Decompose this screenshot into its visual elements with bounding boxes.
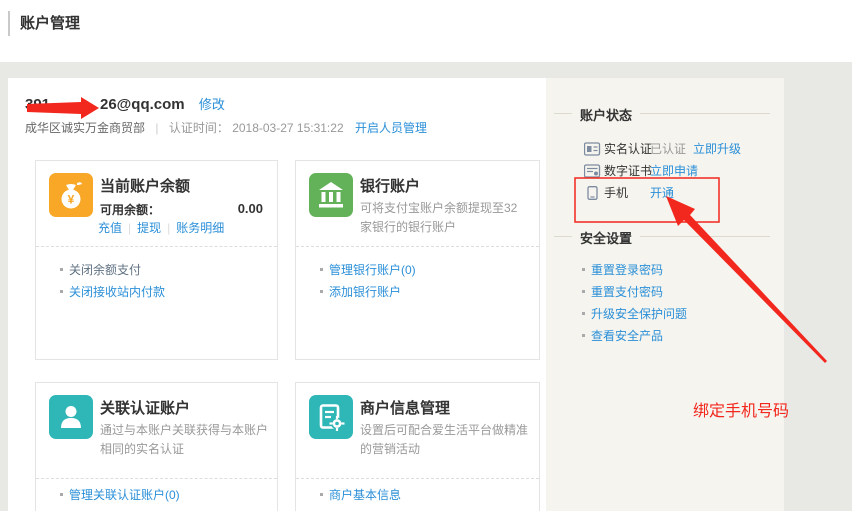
bullet-dot bbox=[60, 268, 63, 271]
title-bar: 账户管理 bbox=[0, 0, 852, 62]
manage-bank-accounts-link[interactable]: 管理银行账户(0) bbox=[329, 263, 416, 277]
card-title: 关联认证账户 bbox=[100, 400, 191, 417]
account-detail-link[interactable]: 账务明细 bbox=[176, 221, 224, 235]
list-item: 管理银行账户(0) bbox=[320, 259, 416, 281]
divider: | bbox=[167, 221, 171, 235]
bullet-dot bbox=[320, 290, 323, 293]
id-card-icon bbox=[584, 141, 601, 156]
withdraw-link[interactable]: 提现 bbox=[137, 221, 161, 235]
page-title: 账户管理 bbox=[20, 15, 81, 32]
bank-icon bbox=[309, 173, 353, 217]
certificate-icon bbox=[584, 163, 601, 178]
money-bag-icon: ¥ bbox=[49, 173, 93, 217]
person-icon bbox=[49, 395, 93, 439]
phone-icon bbox=[587, 185, 598, 200]
dashed-divider bbox=[36, 478, 277, 479]
bullet-dot bbox=[60, 493, 63, 496]
dashed-divider bbox=[296, 478, 539, 479]
balance-actions: 充值 | 提现 | 账务明细 bbox=[98, 219, 224, 236]
close-balance-pay-link[interactable]: 关闭余额支付 bbox=[69, 263, 141, 277]
close-onsite-payment-link[interactable]: 关闭接收站内付款 bbox=[69, 285, 165, 299]
account-email-masked: 391 bbox=[25, 96, 51, 113]
account-management-page: 账户管理 391 26@qq.com 修改 成华区诚实万金商贸部 | 认证时间： … bbox=[0, 0, 852, 511]
card-description: 设置后可配合爱生活平台做精准的营销活动 bbox=[360, 423, 529, 456]
card-bank-account: 银行账户 可将支付宝账户余额提现至32家银行的银行账户 管理银行账户(0) 添加… bbox=[295, 160, 540, 360]
balance-label: 可用余额： bbox=[100, 203, 161, 217]
bullet-dot bbox=[582, 268, 585, 271]
view-security-products-link[interactable]: 查看安全产品 bbox=[591, 329, 663, 343]
document-gear-icon bbox=[309, 395, 353, 439]
card-merchant-info: 商户信息管理 设置后可配合爱生活平台做精准的营销活动 商户基本信息 bbox=[295, 382, 540, 511]
status-row-certificate: 数字证书 立即申请 bbox=[584, 162, 698, 179]
cert-time-value: 2018-03-27 15:31:22 bbox=[232, 121, 344, 135]
manage-linked-accounts-link[interactable]: 管理关联认证账户(0) bbox=[69, 488, 180, 502]
list-item: 重置支付密码 bbox=[582, 281, 687, 303]
bullet-dot bbox=[320, 268, 323, 271]
section-rule: 安全设置 bbox=[554, 228, 770, 247]
account-status-title: 账户状态 bbox=[572, 105, 641, 124]
list-item: 商户基本信息 bbox=[320, 484, 401, 506]
list-item: 查看安全产品 bbox=[582, 325, 687, 347]
account-email: 26@qq.com bbox=[100, 96, 185, 113]
activate-phone-link[interactable]: 开通 bbox=[650, 184, 674, 201]
card-description: 通过与本账户关联获得与本账户相同的实名认证 bbox=[100, 423, 269, 456]
bullet-dot bbox=[320, 493, 323, 496]
main-panel: 391 26@qq.com 修改 成华区诚实万金商贸部 | 认证时间： 2018-… bbox=[8, 78, 546, 511]
list-item: 关闭余额支付 bbox=[60, 259, 165, 281]
card-account-balance: ¥ 当前账户余额 可用余额： 0.00 充值 | 提现 | 账务明细 关闭余额支付 关闭… bbox=[35, 160, 278, 360]
modify-email-link[interactable]: 修改 bbox=[199, 97, 225, 112]
dashed-divider bbox=[296, 246, 539, 247]
balance-value: 0.00 bbox=[237, 201, 263, 216]
sidebar: 账户状态 实名认证 已认证 立即升级 数字证书 立即申请 手机 开通 安全设置 … bbox=[546, 78, 784, 511]
list-item: 关闭接收站内付款 bbox=[60, 281, 165, 303]
list-item: 添加银行账户 bbox=[320, 281, 416, 303]
security-settings-title: 安全设置 bbox=[572, 228, 641, 247]
upgrade-security-question-link[interactable]: 升级安全保护问题 bbox=[591, 307, 687, 321]
balance-row: 可用余额： 0.00 bbox=[100, 201, 263, 218]
status-row-phone: 手机 开通 bbox=[584, 184, 674, 201]
card-link-list: 关闭余额支付 关闭接收站内付款 bbox=[60, 259, 165, 303]
bullet-dot bbox=[582, 312, 585, 315]
cert-time-label: 认证时间： bbox=[168, 121, 229, 135]
title-accent-bar bbox=[8, 11, 10, 36]
status-label: 实名认证 bbox=[604, 142, 653, 156]
divider: | bbox=[128, 221, 132, 235]
svg-text:¥: ¥ bbox=[68, 193, 75, 207]
status-label: 数字证书 bbox=[604, 164, 653, 178]
reset-login-password-link[interactable]: 重置登录密码 bbox=[591, 263, 663, 277]
bullet-dot bbox=[60, 290, 63, 293]
upgrade-now-link[interactable]: 立即升级 bbox=[693, 140, 741, 157]
card-linked-accounts: 关联认证账户 通过与本账户关联获得与本账户相同的实名认证 管理关联认证账户(0) bbox=[35, 382, 278, 511]
add-bank-account-link[interactable]: 添加银行账户 bbox=[329, 285, 401, 299]
content-area: 391 26@qq.com 修改 成华区诚实万金商贸部 | 认证时间： 2018-… bbox=[0, 62, 852, 511]
staff-management-link[interactable]: 开启人员管理 bbox=[355, 121, 427, 135]
card-title: 银行账户 bbox=[360, 178, 421, 195]
merchant-basic-info-link[interactable]: 商户基本信息 bbox=[329, 488, 401, 502]
dashed-divider bbox=[36, 246, 277, 247]
list-item: 管理关联认证账户(0) bbox=[60, 484, 180, 506]
status-row-realname: 实名认证 已认证 立即升级 bbox=[584, 140, 741, 157]
account-email-row: 391 26@qq.com 修改 bbox=[25, 94, 225, 113]
bullet-dot bbox=[582, 290, 585, 293]
account-info-row: 成华区诚实万金商贸部 | 认证时间： 2018-03-27 15:31:22 开… bbox=[25, 119, 427, 136]
reset-payment-password-link[interactable]: 重置支付密码 bbox=[591, 285, 663, 299]
card-link-list: 管理关联认证账户(0) bbox=[60, 484, 180, 506]
status-value: 已认证 bbox=[650, 142, 687, 156]
security-link-list: 重置登录密码 重置支付密码 升级安全保护问题 查看安全产品 bbox=[582, 259, 687, 347]
divider: | bbox=[155, 121, 159, 135]
card-description: 可将支付宝账户余额提现至32家银行的银行账户 bbox=[360, 201, 518, 234]
bullet-dot bbox=[582, 334, 585, 337]
company-name: 成华区诚实万金商贸部 bbox=[25, 121, 146, 135]
card-link-list: 管理银行账户(0) 添加银行账户 bbox=[320, 259, 416, 303]
list-item: 重置登录密码 bbox=[582, 259, 687, 281]
apply-now-link[interactable]: 立即申请 bbox=[650, 162, 698, 179]
section-rule: 账户状态 bbox=[554, 105, 770, 124]
status-label: 手机 bbox=[604, 186, 629, 200]
card-title: 商户信息管理 bbox=[360, 400, 451, 417]
card-title: 当前账户余额 bbox=[100, 178, 191, 195]
card-link-list: 商户基本信息 bbox=[320, 484, 401, 506]
list-item: 升级安全保护问题 bbox=[582, 303, 687, 325]
recharge-link[interactable]: 充值 bbox=[98, 221, 122, 235]
